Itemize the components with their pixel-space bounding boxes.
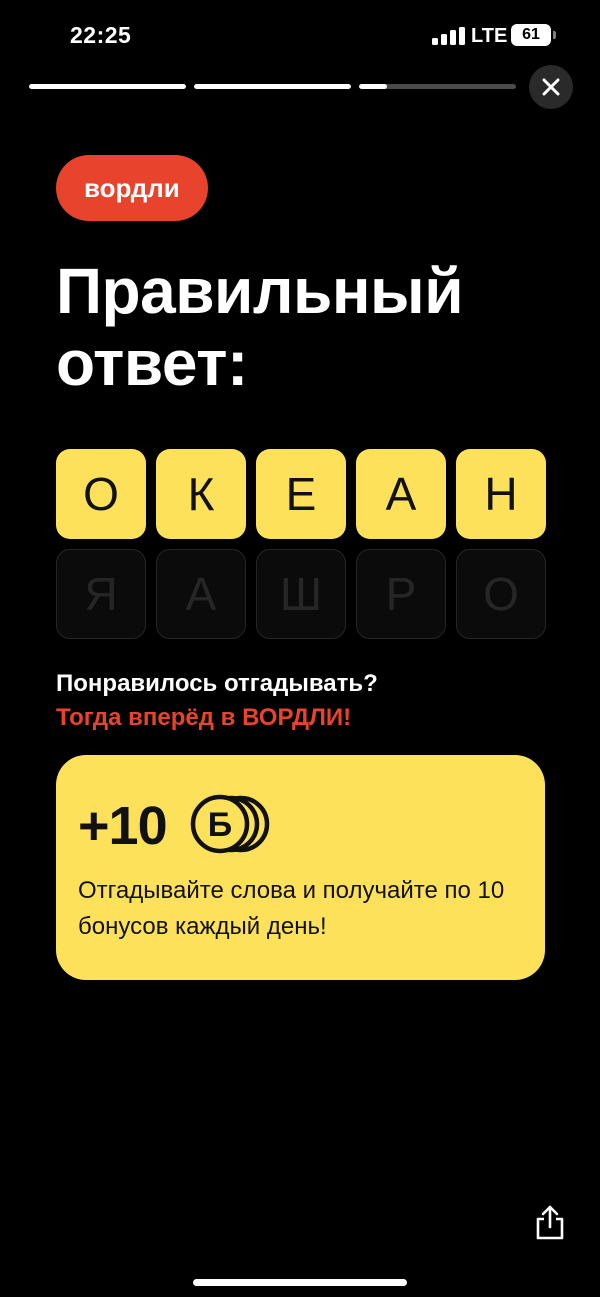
coin-icon: Б (190, 794, 270, 854)
bonus-description: Отгадывайте слова и получайте по 10 бону… (78, 877, 505, 940)
battery-tip (553, 31, 556, 39)
bonus-card[interactable]: +10 Б Отгадывайте слова и получайте по 1… (56, 755, 545, 980)
story-progress-fill (29, 84, 186, 89)
story-progress-fill (194, 84, 351, 89)
close-icon (542, 78, 560, 96)
hint-tile: А (156, 549, 246, 639)
home-indicator[interactable] (193, 1279, 407, 1286)
signal-icon (432, 27, 465, 45)
answer-grid: О К Е А Н Я А Ш Р О (56, 449, 546, 649)
hint-tile: Я (56, 549, 146, 639)
bonus-amount: +10 (78, 796, 168, 856)
answer-tile: К (156, 449, 246, 539)
answer-tile: Е (256, 449, 346, 539)
title-line-2: ответ: (56, 327, 248, 399)
battery-icon: 61 (511, 24, 551, 46)
close-button[interactable] (529, 65, 573, 109)
promo-call-to-action: Тогда вперёд в ВОРДЛИ! (56, 704, 352, 731)
coin-symbol: Б (208, 806, 232, 844)
answer-tile: О (56, 449, 146, 539)
hint-tile: Р (356, 549, 446, 639)
network-type: LTE (471, 25, 508, 47)
status-time: 22:25 (70, 22, 132, 48)
page-title: Правильный ответ: (56, 255, 556, 399)
story-progress-3 (359, 84, 516, 89)
hint-tile: О (456, 549, 546, 639)
story-progress-2 (194, 84, 351, 89)
wordle-badge: вордли (56, 155, 208, 221)
answer-tile: А (356, 449, 446, 539)
hint-row: Я А Ш Р О (56, 549, 546, 639)
answer-row: О К Е А Н (56, 449, 546, 539)
story-progress-fill (359, 84, 388, 89)
status-bar: 22:25 LTE 61 (0, 0, 600, 70)
promo-question: Понравилось отгадывать? (56, 670, 378, 697)
hint-tile: Ш (256, 549, 346, 639)
answer-tile: Н (456, 449, 546, 539)
story-progress-1 (29, 84, 186, 89)
share-icon[interactable] (534, 1205, 566, 1241)
title-line-1: Правильный (56, 255, 464, 327)
